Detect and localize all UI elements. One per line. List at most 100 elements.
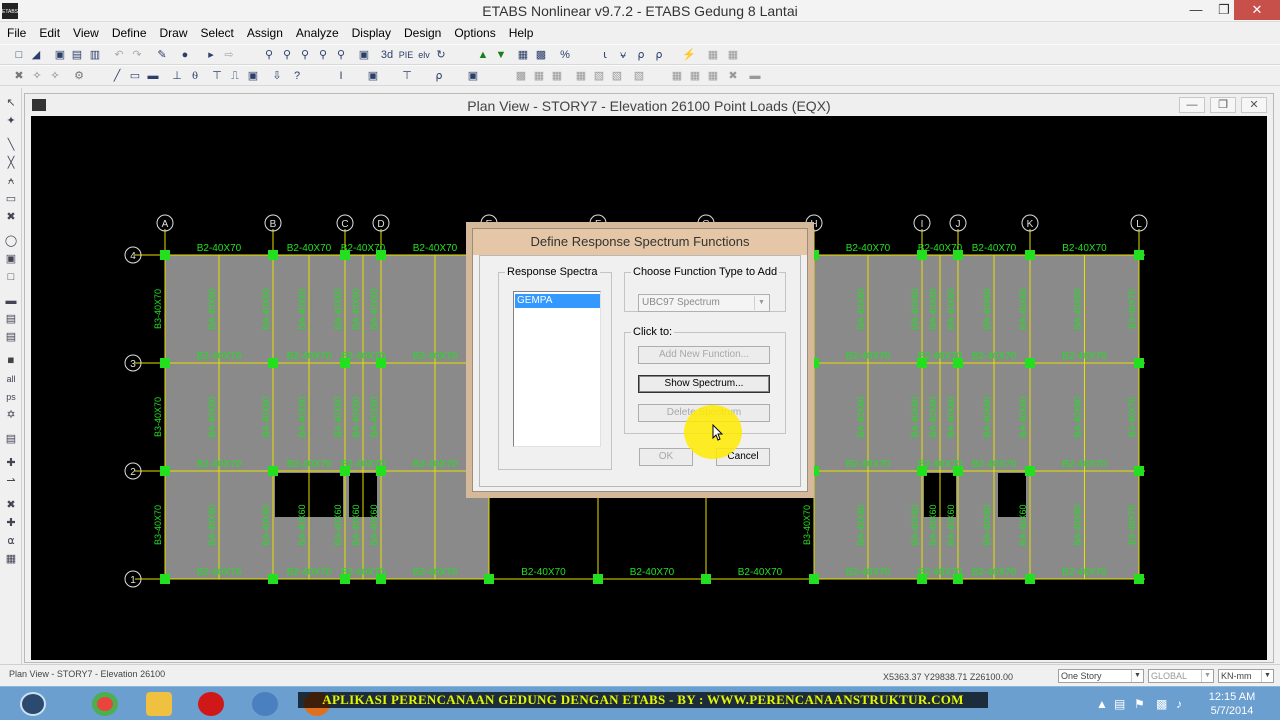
add-new-function-button[interactable]: Add New Function... (638, 346, 770, 364)
snap-to-mid-icon[interactable]: ✖ (4, 498, 18, 512)
browser-icon[interactable] (244, 689, 288, 719)
spectra-list-item[interactable]: GEMPA (515, 294, 600, 308)
rotate-view-icon[interactable]: ↻ (434, 48, 448, 62)
draw-shell-icon[interactable]: ◯ (4, 234, 18, 248)
stress-icon[interactable]: ▣ (466, 69, 480, 83)
draw-line-icon[interactable]: ╱ (110, 69, 124, 83)
draw-slab-side-icon[interactable]: ▤ (4, 330, 18, 344)
summary-icon[interactable]: ▦ (574, 69, 588, 83)
new-file-icon[interactable]: □ (12, 48, 26, 62)
undo-icon[interactable]: ↶ (112, 48, 126, 62)
snap-to-grid-icon[interactable]: ▦ (4, 552, 18, 566)
joist-design-icon[interactable]: ▦ (670, 69, 684, 83)
story-select[interactable]: One Story ▼ (1058, 669, 1144, 683)
draw-slab-icon[interactable]: ▬ (146, 69, 160, 83)
move-down-icon[interactable]: ▼ (494, 48, 508, 62)
design-icon[interactable]: ▦ (706, 48, 720, 62)
snap-to-joint-icon[interactable]: ✚ (4, 456, 18, 470)
frame-design-icon[interactable]: ▧ (592, 69, 606, 83)
menu-options[interactable]: Options (447, 22, 501, 40)
spectra-listbox[interactable]: GEMPA (513, 291, 601, 447)
zoom-window-icon[interactable]: ⚲ (262, 48, 276, 62)
print-icon[interactable]: ▤ (70, 48, 84, 62)
concrete-frame-icon[interactable]: ✖ (726, 69, 740, 83)
set-display-icon[interactable]: ▩ (534, 48, 548, 62)
menu-edit[interactable]: Edit (32, 22, 66, 40)
draw-wall-icon[interactable]: ▬ (4, 294, 18, 308)
frame-icon[interactable]: ⍳ (598, 48, 612, 62)
draw-area-side-icon[interactable]: ▣ (4, 252, 18, 266)
deformed-icon[interactable]: ⊤ (400, 69, 414, 83)
brace-icon[interactable]: ⍱ (616, 48, 630, 62)
draw-frame-side-icon[interactable]: ╳ (4, 156, 18, 170)
zoom-in-icon[interactable]: ⚲ (280, 48, 294, 62)
wall-icon[interactable]: ⍴ (634, 48, 648, 62)
lightning-icon[interactable]: ⚡ (682, 48, 696, 62)
text-icon[interactable]: I (334, 69, 348, 83)
restraint-icon[interactable]: ⊤ (210, 69, 224, 83)
refresh-icon[interactable]: ✎ (155, 48, 169, 62)
view-3d-button[interactable]: 3d (378, 48, 396, 62)
base-reactions-icon[interactable]: ▬ (748, 69, 762, 83)
move-up-icon[interactable]: ▲ (476, 48, 490, 62)
zoom-out-icon[interactable]: ⚲ (298, 48, 312, 62)
units-select[interactable]: KN-mm ▼ (1218, 669, 1274, 683)
snap-mid-icon[interactable]: ✧ (48, 69, 62, 83)
draw-opening-icon[interactable]: ▤ (4, 312, 18, 326)
elevation-view-button[interactable]: elv (416, 48, 432, 62)
menu-display[interactable]: Display (345, 22, 397, 40)
draw-column-icon[interactable]: ⍲ (4, 174, 18, 188)
flag-icon[interactable]: ⚑ (1134, 697, 1145, 711)
zoom-restore-icon[interactable]: ⚲ (316, 48, 330, 62)
steel-frame-icon[interactable]: ▦ (706, 69, 720, 83)
pan-icon[interactable]: ⚲ (334, 48, 348, 62)
object-shrink-icon[interactable]: ▦ (516, 48, 530, 62)
network-icon[interactable]: ▤ (1114, 697, 1125, 711)
menu-define[interactable]: Define (105, 22, 153, 40)
display-loads-icon[interactable]: ▣ (366, 69, 380, 83)
explorer-icon[interactable] (138, 689, 182, 719)
animate-icon[interactable]: ⇨ (222, 48, 236, 62)
section-icon[interactable]: ▣ (246, 69, 260, 83)
taskbar-clock[interactable]: 12:15 AM 5/7/2014 (1200, 690, 1264, 718)
snap-perp-icon[interactable]: ⚙ (72, 69, 86, 83)
release-icon[interactable]: ⎍ (228, 69, 242, 83)
rubber-band-icon[interactable]: ▣ (357, 48, 371, 62)
reshape-icon[interactable]: ✦ (4, 114, 18, 128)
draw-area-icon[interactable]: ▭ (128, 69, 142, 83)
menu-design[interactable]: Design (397, 22, 447, 40)
select-previous-icon[interactable]: ps (4, 390, 18, 404)
chrome-icon[interactable] (84, 689, 128, 719)
pointer-icon[interactable]: ↖ (4, 96, 18, 110)
minimize-icon[interactable]: — (1182, 0, 1210, 20)
table-icon[interactable]: ▦ (532, 69, 546, 83)
save-icon[interactable]: ▣ (53, 48, 67, 62)
check-icon[interactable]: ▦ (726, 48, 740, 62)
percent-icon[interactable]: % (558, 48, 572, 62)
menu-help[interactable]: Help (502, 22, 540, 40)
close-icon[interactable]: ✕ (1234, 0, 1280, 20)
load-icon[interactable]: ⇩ (270, 69, 284, 83)
menu-view[interactable]: View (66, 22, 105, 40)
plan-maximize-icon[interactable]: ❐ (1210, 97, 1236, 113)
draw-cross-icon[interactable]: ✖ (4, 210, 18, 224)
lock-icon[interactable]: ● (178, 48, 192, 62)
assign-frame-icon[interactable]: ⍬ (188, 69, 202, 83)
show-spectrum-button[interactable]: Show Spectrum... (638, 375, 770, 393)
intersecting-line-icon[interactable]: ▤ (4, 432, 18, 446)
shear-wall-icon[interactable]: ▦ (688, 69, 702, 83)
menu-analyze[interactable]: Analyze (289, 22, 345, 40)
grid-table-icon[interactable]: ▦ (550, 69, 564, 83)
select-all-icon[interactable]: ◾ (4, 354, 18, 368)
draw-rect-icon[interactable]: □ (4, 270, 18, 284)
assign-joint-icon[interactable]: ⊥ (170, 69, 184, 83)
select-all-text-icon[interactable]: all (4, 372, 18, 386)
print-preview-icon[interactable]: ▥ (88, 48, 102, 62)
plan-view-button[interactable]: PIE (398, 48, 414, 62)
tray-arrow-icon[interactable]: ▲ (1096, 697, 1108, 711)
draw-brace-icon[interactable]: ▭ (4, 192, 18, 206)
ok-button[interactable]: OK (639, 448, 693, 466)
open-file-icon[interactable]: ◢ (29, 48, 43, 62)
snap-to-end-icon[interactable]: ⍺ (4, 534, 18, 548)
plan-close-icon[interactable]: ✕ (1241, 97, 1267, 113)
